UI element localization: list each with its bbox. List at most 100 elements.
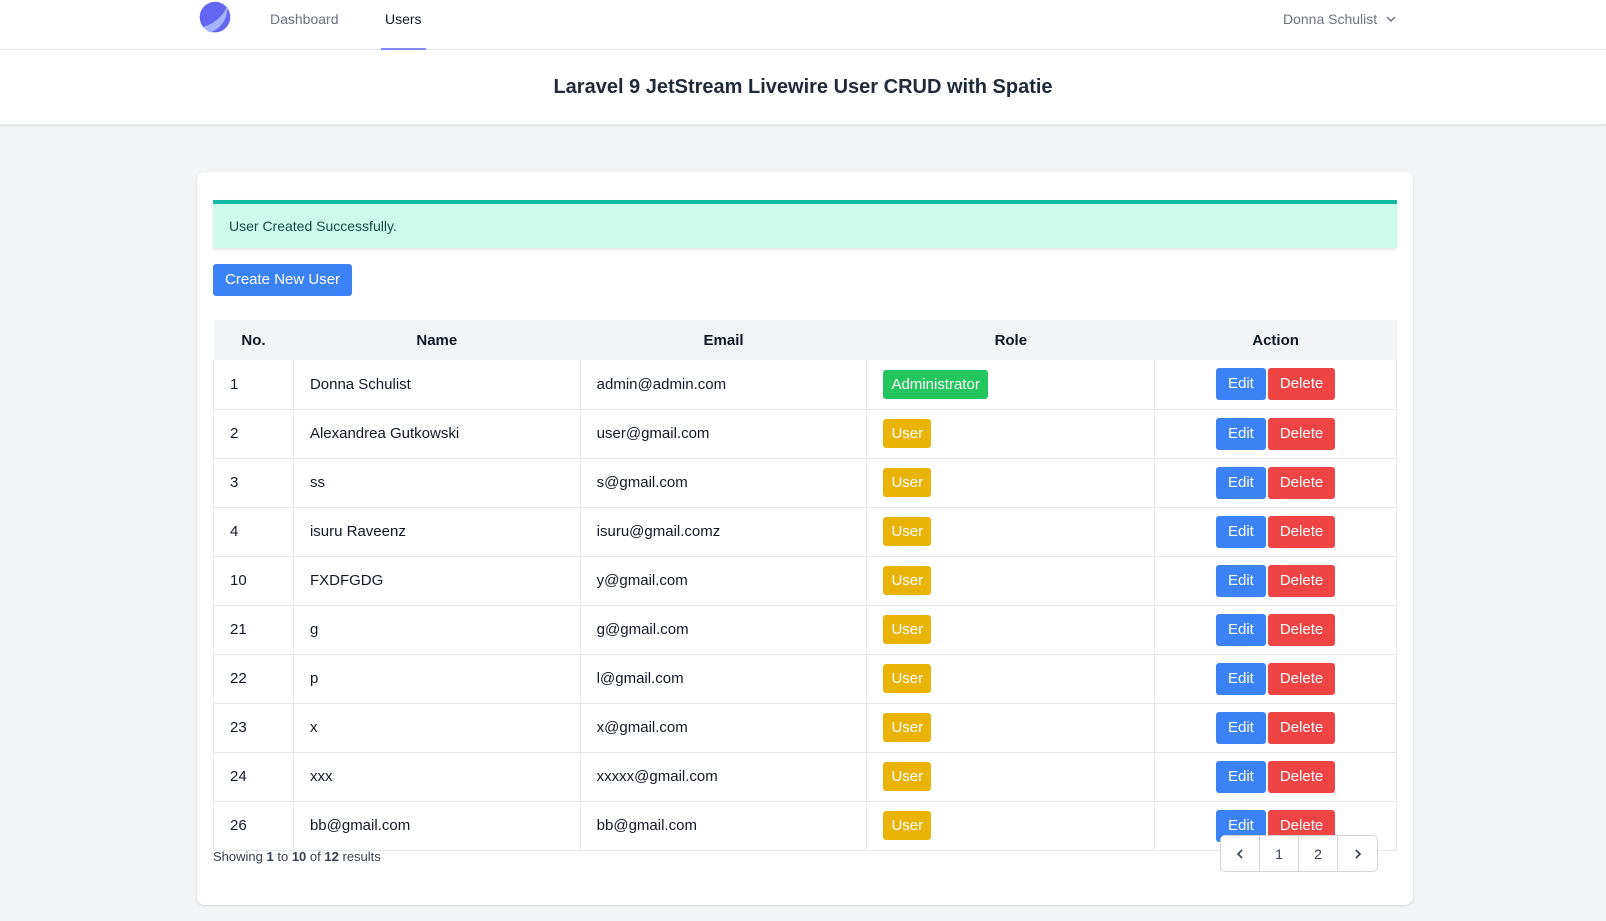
role-badge: Administrator [883,369,988,399]
cell-action: Edit Delete [1154,751,1397,802]
cell-no: 22 [213,653,294,704]
cell-name: ss [292,457,581,508]
summary-from: 1 [266,849,274,864]
success-alert: User Created Successfully. [213,200,1397,248]
chevron-down-icon [1386,16,1396,23]
delete-button[interactable]: Delete [1267,760,1336,793]
cell-role: User [866,408,1156,459]
edit-button[interactable]: Edit [1215,760,1266,793]
cell-email: bb@gmail.com [579,800,868,851]
cell-name: FXDFGDG [292,555,581,606]
cell-name: Alexandrea Gutkowski [292,408,581,459]
table-row: 3 ss s@gmail.com User Edit Delete [213,457,1397,508]
summary-of-text: of [309,849,321,864]
table-row: 24 xxx xxxxx@gmail.com User Edit Delete [213,751,1397,802]
cell-email: admin@admin.com [579,360,868,410]
cell-email: x@gmail.com [579,702,868,753]
cell-role: User [866,506,1156,557]
app-logo-icon[interactable] [196,0,234,36]
cell-action: Edit Delete [1154,604,1397,655]
cell-no: 21 [213,604,294,655]
cell-no: 23 [213,702,294,753]
cell-action: Edit Delete [1154,360,1397,410]
cell-no: 2 [213,408,294,459]
page-title: Laravel 9 JetStream Livewire User CRUD w… [553,76,1053,98]
cell-email: isuru@gmail.comz [579,506,868,557]
cell-action: Edit Delete [1154,408,1397,459]
edit-button[interactable]: Edit [1215,368,1266,401]
table-row: 21 g g@gmail.com User Edit Delete [213,604,1397,655]
summary-to-text: to [277,849,289,864]
cell-name: xxx [292,751,581,802]
user-menu-dropdown[interactable]: Donna Schulist [1283,0,1397,38]
table-header-row: No. Name Email Role Action [213,320,1397,360]
summary-results-text: results [342,849,381,864]
cell-email: xxxxx@gmail.com [579,751,868,802]
cell-name: isuru Raveenz [292,506,581,557]
cell-no: 1 [213,360,294,410]
cell-no: 4 [213,506,294,557]
delete-button[interactable]: Delete [1267,711,1336,744]
role-badge: User [883,664,932,693]
cell-role: User [866,555,1156,606]
delete-button[interactable]: Delete [1267,564,1336,597]
cell-no: 26 [213,800,294,851]
page-2-button[interactable]: 2 [1299,836,1338,871]
role-badge: User [883,615,932,644]
table-row: 1 Donna Schulist admin@admin.com Adminis… [213,360,1397,410]
cell-action: Edit Delete [1154,555,1397,606]
nav-link-dashboard[interactable]: Dashboard [270,0,339,50]
edit-button[interactable]: Edit [1215,711,1266,744]
top-navigation: Dashboard Users Donna Schulist [0,0,1606,50]
delete-button[interactable]: Delete [1267,417,1336,450]
edit-button[interactable]: Edit [1215,564,1266,597]
cell-action: Edit Delete [1154,653,1397,704]
cell-no: 10 [213,555,294,606]
cell-email: g@gmail.com [579,604,868,655]
role-badge: User [883,762,932,791]
edit-button[interactable]: Edit [1215,515,1266,548]
delete-button[interactable]: Delete [1267,662,1336,695]
user-name: Donna Schulist [1283,11,1378,27]
edit-button[interactable]: Edit [1215,417,1266,450]
previous-page-button[interactable] [1221,836,1260,871]
column-header-name: Name [416,331,458,349]
cell-no: 24 [213,751,294,802]
cell-name: Donna Schulist [292,360,581,410]
role-badge: User [883,566,932,595]
column-header-email: Email [703,331,744,349]
cell-email: y@gmail.com [579,555,868,606]
cell-name: p [292,653,581,704]
nav-link-users[interactable]: Users [381,0,426,50]
cell-email: user@gmail.com [579,408,868,459]
cell-role: User [866,702,1156,753]
cell-role: User [866,604,1156,655]
edit-button[interactable]: Edit [1215,466,1266,499]
role-badge: User [883,517,932,546]
edit-button[interactable]: Edit [1215,613,1266,646]
column-header-role: Role [994,331,1028,349]
role-badge: User [883,468,932,497]
cell-action: Edit Delete [1154,702,1397,753]
delete-button[interactable]: Delete [1267,515,1336,548]
next-page-button[interactable] [1338,836,1377,871]
cell-name: x [292,702,581,753]
table-row: 4 isuru Raveenz isuru@gmail.comz User Ed… [213,506,1397,557]
delete-button[interactable]: Delete [1267,466,1336,499]
page-1-button[interactable]: 1 [1260,836,1299,871]
role-badge: User [883,811,932,840]
cell-role: User [866,457,1156,508]
table-row: 2 Alexandrea Gutkowski user@gmail.com Us… [213,408,1397,459]
delete-button[interactable]: Delete [1267,613,1336,646]
chevron-right-icon [1354,848,1361,859]
cell-no: 3 [213,457,294,508]
table-row: 22 p l@gmail.com User Edit Delete [213,653,1397,704]
edit-button[interactable]: Edit [1215,662,1266,695]
cell-role: Administrator [866,360,1156,410]
role-badge: User [883,713,932,742]
create-user-button[interactable]: Create New User [213,264,353,296]
role-badge: User [883,419,932,448]
cell-action: Edit Delete [1154,506,1397,557]
delete-button[interactable]: Delete [1267,368,1336,401]
cell-email: l@gmail.com [579,653,868,704]
